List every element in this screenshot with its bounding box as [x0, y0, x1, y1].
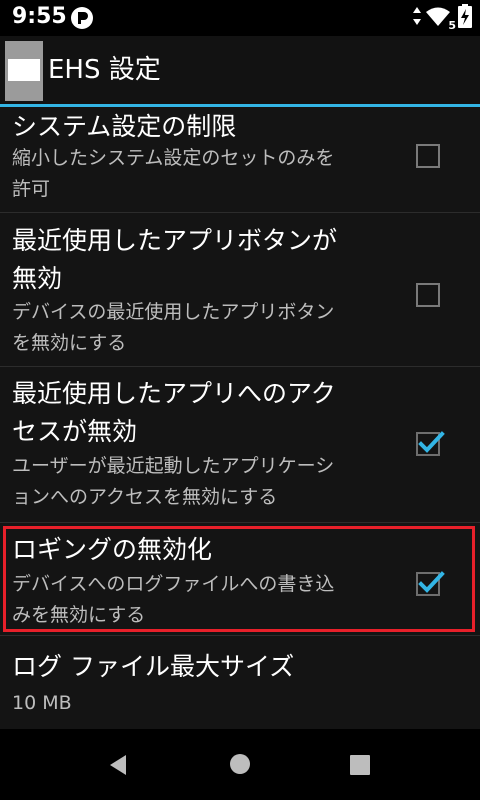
page-title: EHS 設定 — [48, 55, 161, 85]
home-icon[interactable] — [229, 753, 251, 775]
settings-list[interactable]: システム設定の制限 縮小したシステム設定のセットのみを 許可 最近使用したアプリ… — [0, 107, 480, 729]
disable-logging-checkbox[interactable] — [416, 571, 445, 596]
summary-line: 縮小したシステム設定のセットのみを — [12, 147, 335, 169]
restrict-system-settings-checkbox[interactable] — [416, 144, 440, 168]
summary-line: ョンへのアクセスを無効にする — [12, 486, 278, 508]
checkmark-icon — [418, 431, 445, 453]
title-line: 最近使用したアプリへのアク — [12, 379, 336, 408]
setting-log-file-max-size[interactable]: ログ ファイル最大サイズ 10 MB — [0, 636, 480, 729]
setting-summary: デバイスへのログファイルへの書き込 みを無効にする — [12, 569, 392, 631]
checkmark-icon — [418, 571, 445, 593]
setting-title: 最近使用したアプリボタンが 無効 — [12, 222, 392, 298]
app-icon — [5, 41, 43, 101]
setting-restrict-system-settings[interactable]: システム設定の制限 縮小したシステム設定のセットのみを 許可 — [0, 107, 480, 212]
wifi-icon: 5 — [426, 7, 456, 32]
setting-title: ロギングの無効化 — [12, 535, 213, 564]
disable-recent-apps-access-checkbox[interactable] — [416, 431, 445, 456]
setting-summary: ユーザーが最近起動したアプリケーシ ョンへのアクセスを無効にする — [12, 451, 392, 513]
wifi-badge: 5 — [448, 19, 456, 32]
summary-line: みを無効にする — [12, 604, 146, 626]
navigation-bar — [0, 729, 480, 800]
summary-line: デバイスの最近使用したアプリボタン — [12, 301, 335, 323]
setting-summary: デバイスの最近使用したアプリボタン を無効にする — [12, 297, 392, 359]
setting-disable-logging[interactable]: ロギングの無効化 デバイスへのログファイルへの書き込 みを無効にする — [0, 523, 480, 633]
disable-recent-apps-button-checkbox[interactable] — [416, 283, 440, 307]
status-icons: 5 — [412, 4, 472, 32]
setting-title: ログ ファイル最大サイズ — [12, 652, 295, 681]
battery-charging-icon — [458, 4, 472, 32]
status-time: 9:55 — [12, 4, 67, 29]
back-icon[interactable] — [106, 753, 130, 777]
status-bar: 9:55 5 — [0, 0, 480, 36]
recents-icon[interactable] — [349, 754, 371, 776]
title-line: セスが無効 — [12, 417, 138, 446]
title-line: 最近使用したアプリボタンが — [12, 226, 338, 255]
notification-app-icon — [70, 6, 94, 30]
setting-title: 最近使用したアプリへのアク セスが無効 — [12, 375, 392, 451]
summary-line: 許可 — [12, 178, 51, 200]
summary-line: デバイスへのログファイルへの書き込 — [12, 573, 335, 595]
app-icon-page — [8, 59, 40, 81]
summary-line: ユーザーが最近起動したアプリケーシ — [12, 455, 335, 477]
summary-line: を無効にする — [12, 332, 127, 354]
setting-disable-recent-apps-button[interactable]: 最近使用したアプリボタンが 無効 デバイスの最近使用したアプリボタン を無効にす… — [0, 213, 480, 366]
setting-summary: 縮小したシステム設定のセットのみを 許可 — [12, 143, 392, 205]
title-line: 無効 — [12, 264, 63, 293]
setting-summary: 10 MB — [12, 692, 72, 714]
setting-disable-recent-apps-access[interactable]: 最近使用したアプリへのアク セスが無効 ユーザーが最近起動したアプリケーシ ョン… — [0, 367, 480, 522]
data-transfer-icon — [412, 7, 422, 29]
setting-title: システム設定の制限 — [12, 112, 237, 141]
